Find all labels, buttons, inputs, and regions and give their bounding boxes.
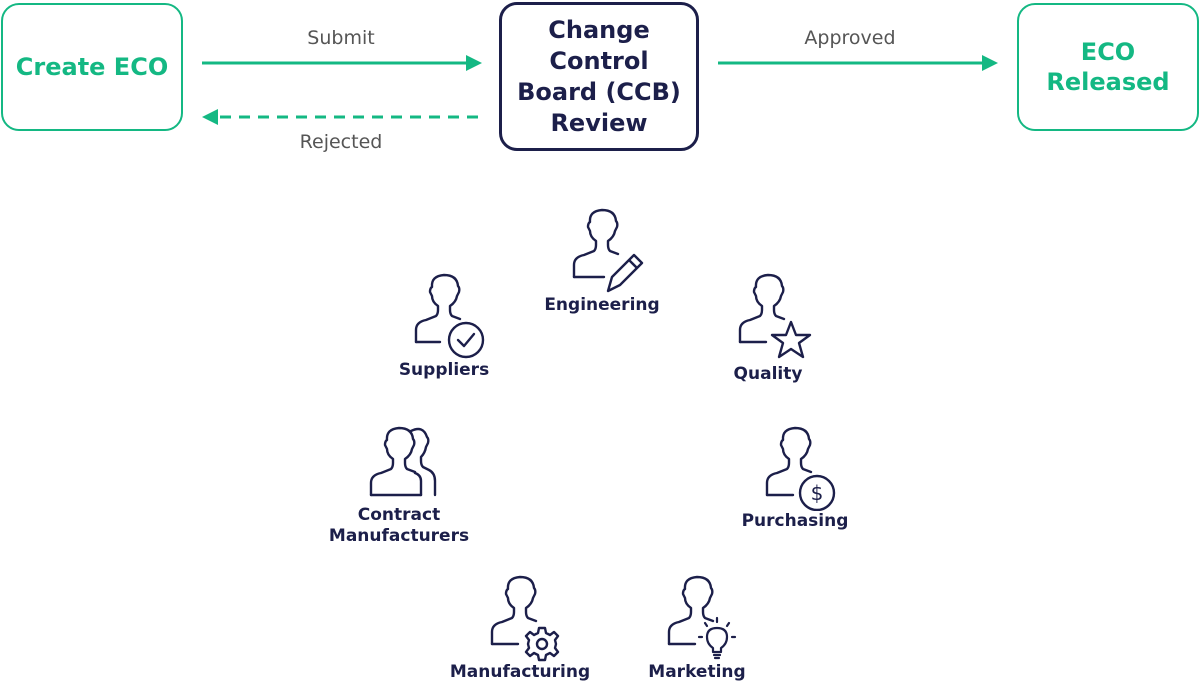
submit-arrow — [202, 55, 482, 71]
person-star-icon — [738, 273, 812, 359]
role-contract-manufacturers[interactable]: Contract Manufacturers — [319, 423, 479, 547]
role-quality[interactable]: Quality — [688, 270, 848, 385]
rejected-label: Rejected — [299, 131, 383, 153]
submit-label: Submit — [307, 27, 375, 49]
rejected-arrow — [202, 109, 482, 125]
approved-arrow — [718, 55, 998, 71]
role-engineering[interactable]: Engineering — [522, 205, 682, 316]
person-dollar-icon: $ — [765, 426, 836, 511]
svg-text:$: $ — [811, 481, 824, 505]
person-check-icon — [414, 273, 485, 359]
role-suppliers[interactable]: Suppliers — [364, 270, 524, 381]
approved-label: Approved — [804, 27, 896, 49]
two-persons-icon — [369, 426, 437, 497]
role-label-suppliers: Suppliers — [398, 360, 490, 380]
role-purchasing[interactable]: $ Purchasing — [715, 423, 875, 532]
role-label-quality: Quality — [733, 364, 803, 384]
person-lightbulb-icon — [667, 575, 737, 660]
role-label-marketing: Marketing — [648, 662, 746, 682]
person-pencil-icon — [572, 208, 644, 293]
role-marketing[interactable]: Marketing — [617, 572, 777, 683]
role-manufacturing[interactable]: Manufacturing — [440, 572, 600, 683]
role-label-engineering: Engineering — [544, 295, 660, 315]
role-label-manufacturing: Manufacturing — [449, 662, 591, 682]
role-label-contract-manufacturers: Contract Manufacturers — [328, 505, 470, 546]
flow-arrows — [202, 55, 998, 125]
person-gear-icon — [490, 575, 560, 662]
role-label-purchasing: Purchasing — [741, 511, 849, 531]
